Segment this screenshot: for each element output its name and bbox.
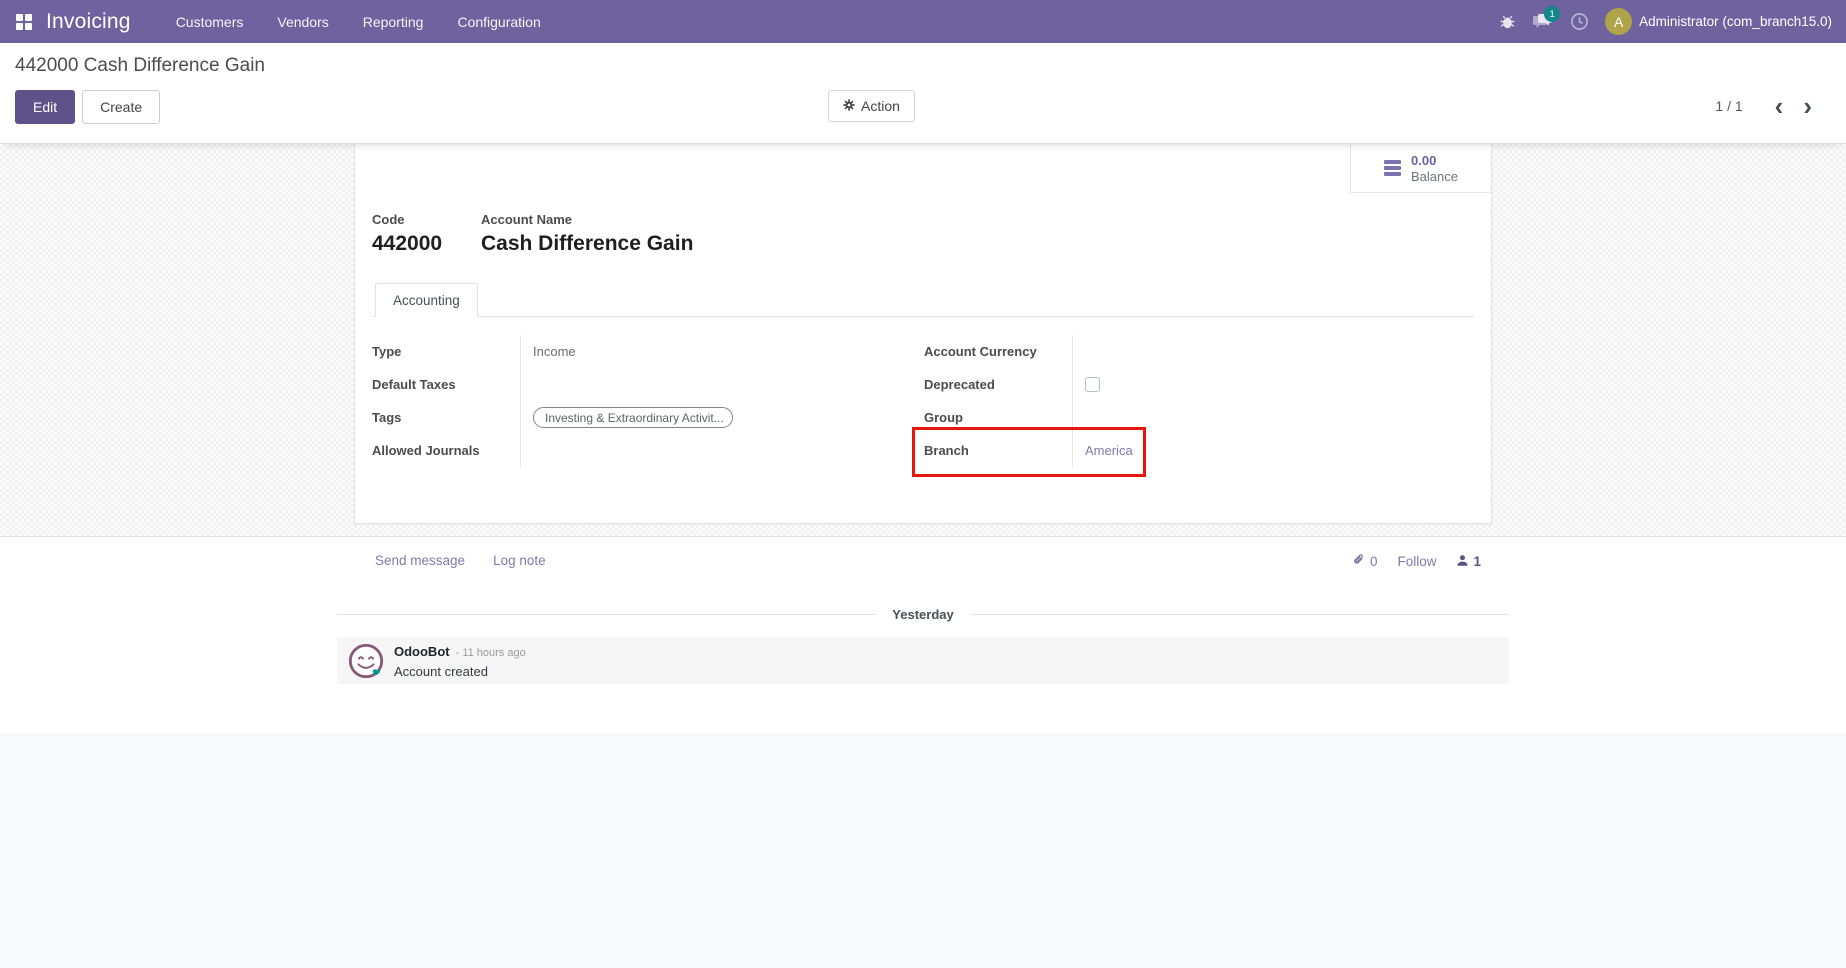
chatter-message: OdooBot - 11 hours ago Account created [337,637,1509,684]
account-name-value: Cash Difference Gain [481,232,693,256]
branch-value-link[interactable]: America [1085,443,1133,458]
chatter-topbar-right: 0 Follow 1 [1352,553,1481,570]
create-button[interactable]: Create [82,90,160,124]
chatter: Send message Log note 0 Follow 1 Yester [0,537,1846,733]
account-currency-label: Account Currency [924,344,1037,359]
allowed-journals-label: Allowed Journals [372,443,480,458]
send-message-button[interactable]: Send message [375,553,465,568]
message-author: OdooBot [394,644,450,659]
chatter-thread: Send message Log note 0 Follow 1 Yester [337,537,1509,733]
user-avatar: A [1605,8,1632,35]
action-label: Action [861,98,900,114]
default-taxes-label: Default Taxes [372,377,456,392]
field-groups: Type Default Taxes Tags Allowed Journals… [372,335,1474,467]
balance-value: 0.00 [1411,153,1458,168]
pager-prev-icon[interactable]: ‹ [1765,93,1794,119]
menu-customers[interactable]: Customers [159,0,261,43]
control-panel: 442000 Cash Difference Gain Edit Create … [0,43,1846,144]
code-label: Code [372,212,442,227]
date-divider-label: Yesterday [892,607,953,622]
message-time: - 11 hours ago [456,647,526,659]
type-value: Income [533,344,576,359]
follow-button[interactable]: Follow [1397,554,1436,569]
messages-icon[interactable]: 1 [1525,0,1561,43]
navbar-systray: 1 A Administrator (com_branch15.0) [1489,0,1846,43]
right-field-group: Account Currency Deprecated Group Branch… [924,335,1474,467]
menu-configuration[interactable]: Configuration [440,0,557,43]
account-name-field: Account Name Cash Difference Gain [481,212,693,256]
user-menu[interactable]: A Administrator (com_branch15.0) [1605,8,1832,35]
gear-icon [843,98,855,114]
apps-grid-icon[interactable] [16,14,32,30]
pager: 1 / 1 ‹ › [1715,93,1822,119]
balance-stat-button[interactable]: 0.00 Balance [1350,144,1491,193]
chatter-toolbar: Send message Log note [375,553,546,568]
tags-label: Tags [372,410,401,425]
page-bottom-background [0,733,1846,968]
pager-count: 1 / 1 [1715,98,1742,114]
list-bars-icon [1384,158,1401,179]
branch-label: Branch [924,443,969,458]
user-name: Administrator (com_branch15.0) [1639,14,1832,29]
paperclip-icon [1352,553,1366,570]
code-field: Code 442000 [372,212,442,256]
action-menu-button[interactable]: Action [828,90,915,122]
notebook-tabs: Accounting [372,283,1474,317]
log-note-button[interactable]: Log note [493,553,546,568]
tags-value-pill: Investing & Extraordinary Activit... [533,407,733,428]
balance-label: Balance [1411,169,1458,184]
form-buttons: Edit Create [15,90,160,124]
tab-accounting[interactable]: Accounting [375,283,478,317]
account-form-sheet: 0.00 Balance Code 442000 Account Name Ca… [354,144,1492,524]
person-icon [1456,554,1469,570]
attachments-button[interactable]: 0 [1352,553,1378,570]
deprecated-checkbox[interactable] [1085,377,1100,392]
menu-reporting[interactable]: Reporting [346,0,441,43]
odoobot-avatar[interactable] [347,642,385,680]
type-label: Type [372,344,401,359]
left-field-group: Type Default Taxes Tags Allowed Journals… [372,335,924,467]
menu-vendors[interactable]: Vendors [260,0,345,43]
breadcrumb-title: 442000 Cash Difference Gain [15,55,265,77]
bug-icon[interactable] [1489,0,1525,43]
date-divider: Yesterday [337,607,1509,622]
pager-next-icon[interactable]: › [1793,93,1822,119]
top-navbar: Invoicing Customers Vendors Reporting Co… [0,0,1846,43]
form-view-background: 0.00 Balance Code 442000 Account Name Ca… [0,144,1846,537]
followers-count: 1 [1473,554,1481,569]
app-brand[interactable]: Invoicing [46,10,131,34]
main-menu: Customers Vendors Reporting Configuratio… [159,0,558,43]
edit-button[interactable]: Edit [15,90,75,124]
attachments-count: 0 [1370,554,1378,569]
followers-button[interactable]: 1 [1456,554,1481,570]
message-body: OdooBot - 11 hours ago Account created [394,642,526,679]
activities-clock-icon[interactable] [1561,0,1597,43]
code-value: 442000 [372,232,442,256]
group-label: Group [924,410,963,425]
deprecated-label: Deprecated [924,377,995,392]
messages-badge: 1 [1544,6,1560,22]
account-name-label: Account Name [481,212,693,227]
message-text: Account created [394,664,526,679]
